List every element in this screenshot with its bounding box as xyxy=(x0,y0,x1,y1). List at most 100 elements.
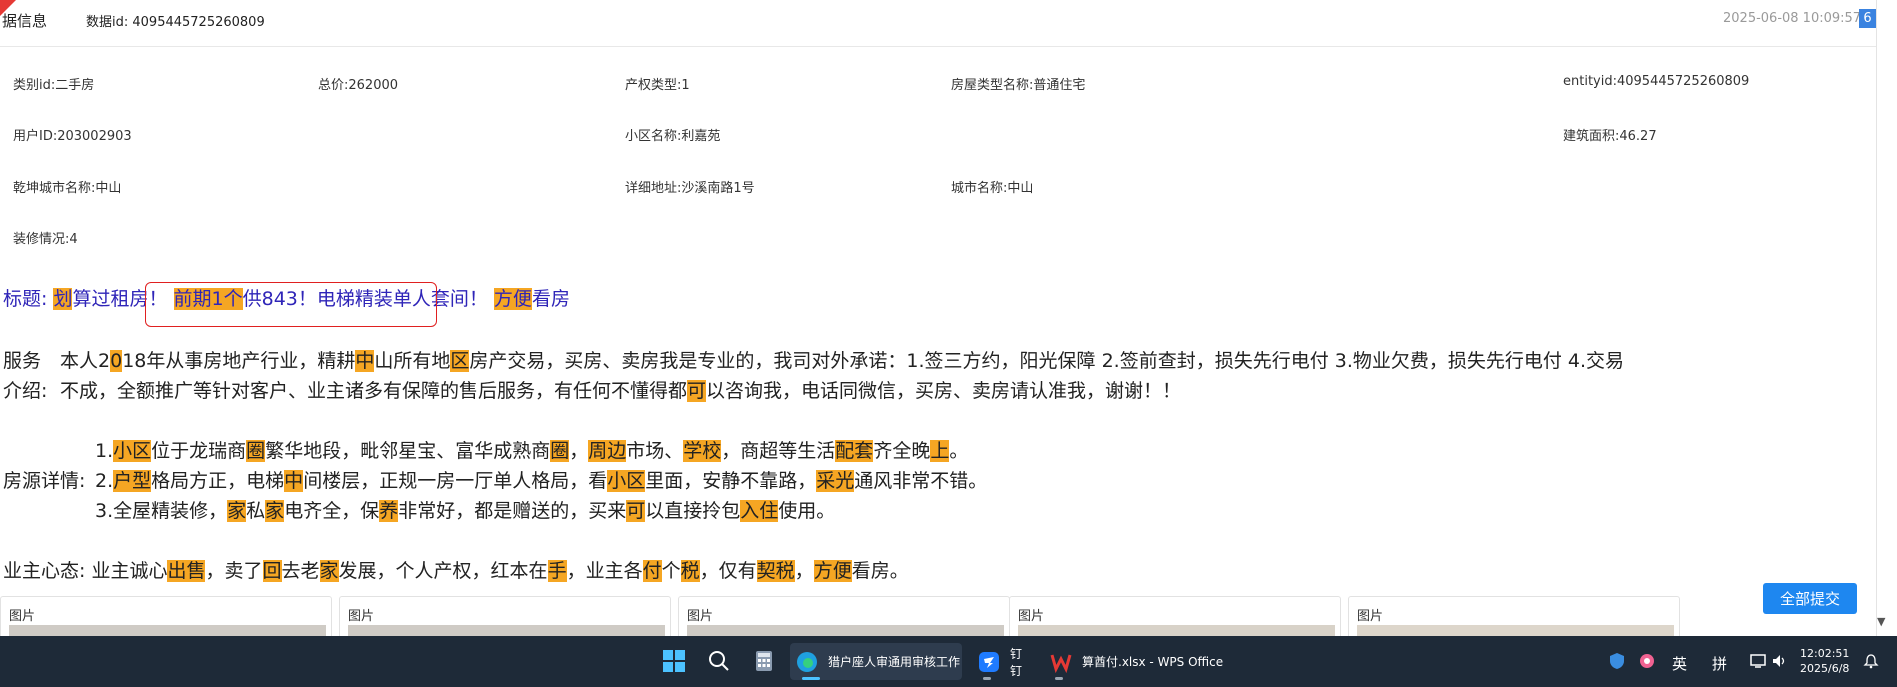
text-segment: 。 xyxy=(949,440,969,462)
notification-bell-icon[interactable] xyxy=(1862,652,1880,670)
highlighted-keyword: 户型 xyxy=(113,470,152,492)
image-card-label: 图片 xyxy=(1018,609,1045,624)
detail-line-1: 1.小区位于龙瑞商圈繁华地段，毗邻星宝、富华成熟商圈，周边市场、学校，商超等生活… xyxy=(95,436,968,463)
highlighted-keyword: 周边 xyxy=(588,440,627,462)
image-card-label: 图片 xyxy=(687,609,714,624)
text-segment: 格局方正，电梯 xyxy=(151,470,285,492)
ime-mode[interactable]: 拼 xyxy=(1712,653,1727,674)
detail-line-2: 2.户型格局方正，电梯中间楼层，正规一房一厅单人格局，看小区里面，安静不靠路，采… xyxy=(95,466,987,493)
running-indicator xyxy=(1055,677,1063,680)
highlighted-keyword: 养 xyxy=(379,500,399,522)
system-clock[interactable]: 12:02:51 2025/6/8 xyxy=(1800,646,1849,676)
text-segment: 通风非常不错。 xyxy=(854,470,988,492)
count-badge: 6 xyxy=(1859,9,1876,28)
taskbar-app-label: 猎户座人审通用审核工作 xyxy=(828,655,961,669)
text-segment: ，仅有 xyxy=(699,560,757,582)
clock-date: 2025/6/8 xyxy=(1800,662,1850,675)
text-segment: 本人2 xyxy=(60,350,111,372)
highlighted-keyword: 划 xyxy=(53,288,73,310)
text-segment: 非常好，都是赠送的，买来 xyxy=(398,500,627,522)
taskbar-app-label: 算酋付.xlsx - WPS Office xyxy=(1082,655,1224,669)
service-label-1: 服务 xyxy=(3,350,42,372)
dingtalk-icon xyxy=(978,651,1000,673)
field-category: 类别id:二手房 xyxy=(13,78,95,93)
owner-label: 业主心态: xyxy=(3,560,92,582)
highlighted-keyword: 圈 xyxy=(246,440,266,462)
text-segment: 位于龙瑞商 xyxy=(151,440,247,462)
annotation-box xyxy=(145,282,437,327)
network-icon[interactable] xyxy=(1749,652,1767,670)
scroll-down-arrow-icon[interactable]: ▼ xyxy=(1877,615,1885,628)
highlighted-keyword: 小区 xyxy=(607,470,646,492)
highlighted-keyword: 小区 xyxy=(113,440,152,462)
text-segment: 以咨询我，电话同微信，买房、卖房请认准我，谢谢！！ xyxy=(706,380,1182,402)
defender-shield-icon[interactable] xyxy=(1608,651,1626,671)
tray-app-icon[interactable] xyxy=(1638,651,1656,671)
field-building-area: 建筑面积:46.27 xyxy=(1563,129,1657,144)
volume-icon[interactable] xyxy=(1770,652,1788,670)
field-community-name: 小区名称:利嘉苑 xyxy=(625,129,721,144)
text-segment: 繁华地段，毗邻星宝、富华成熟商 xyxy=(265,440,551,462)
text-segment: 间楼层，正规一房一厅单人格局，看 xyxy=(303,470,608,492)
text-segment: 电齐全，保 xyxy=(284,500,380,522)
taskbar-app-edge[interactable]: 猎户座人审通用审核工作 xyxy=(790,643,962,680)
detail-line-1-text: 1.小区位于龙瑞商圈繁华地段，毗邻星宝、富华成熟商圈，周边市场、学校，商超等生活… xyxy=(95,440,968,462)
panel-header: 据信息 数据id: 4095445725260809 2025-06-08 10… xyxy=(0,0,1876,47)
calculator-icon[interactable] xyxy=(752,649,776,673)
owner-mindset: 业主心态: 业主诚心出售，卖了回去老家发展，个人产权，红本在手，业主各付个税，仅… xyxy=(3,556,909,583)
taskbar: 猎户座人审通用审核工作 钉钉 算酋付.xlsx - WPS Office 英 拼… xyxy=(0,636,1897,687)
text-segment: 私 xyxy=(246,500,266,522)
edge-browser-icon xyxy=(796,651,818,673)
active-indicator xyxy=(802,677,820,680)
text-segment: 齐全晚 xyxy=(873,440,931,462)
detail-line-3-text: 3.全屋精装修，家私家电齐全，保养非常好，都是赠送的，买来可以直接拎包入住使用。 xyxy=(95,500,835,522)
service-text-line-1: 本人2018年从事房地产行业，精耕中山所有地区房产交易，买房、卖房我是专业的，我… xyxy=(60,346,1624,373)
highlighted-keyword: 可 xyxy=(687,380,707,402)
highlighted-keyword: 家 xyxy=(265,500,285,522)
text-segment: 不成，全额推广等针对客户、业主诸多有保障的售后服务，有任何不懂得都 xyxy=(60,380,688,402)
field-city-name: 城市名称:中山 xyxy=(951,181,1034,196)
start-windows-icon[interactable] xyxy=(662,649,686,673)
search-icon[interactable] xyxy=(707,649,731,673)
text-segment: ，业主各 xyxy=(566,560,643,582)
highlighted-keyword: 家 xyxy=(227,500,247,522)
listing-title-label: 标题: xyxy=(3,288,54,310)
highlighted-keyword: 税 xyxy=(680,560,700,582)
review-panel: 据信息 数据id: 4095445725260809 2025-06-08 10… xyxy=(0,0,1877,643)
field-user-id: 用户ID:203002903 xyxy=(13,129,132,144)
image-card-label: 图片 xyxy=(9,609,36,624)
text-segment: 3.全屋精装修， xyxy=(95,500,228,522)
field-entity-id: entityid:4095445725260809 xyxy=(1563,74,1750,89)
taskbar-app-wps[interactable]: 算酋付.xlsx - WPS Office xyxy=(1044,643,1224,680)
highlighted-keyword: 回 xyxy=(262,560,282,582)
text-segment: 里面，安静不靠路， xyxy=(645,470,817,492)
details-label: 房源详情: xyxy=(3,470,86,492)
highlighted-keyword: 付 xyxy=(642,560,662,582)
highlighted-keyword: 上 xyxy=(930,440,950,462)
text-segment: 看房 xyxy=(531,288,570,310)
text-segment: 去老 xyxy=(281,560,320,582)
text-segment: 2. xyxy=(95,470,114,492)
ime-language[interactable]: 英 xyxy=(1672,653,1687,674)
text-segment: 山所有地 xyxy=(374,350,451,372)
highlighted-keyword: 出售 xyxy=(167,560,206,582)
highlighted-keyword: 方便 xyxy=(493,288,532,310)
text-segment: ，商超等生活 xyxy=(721,440,836,462)
highlighted-keyword: 可 xyxy=(626,500,646,522)
submit-all-button[interactable]: 全部提交 xyxy=(1763,583,1857,614)
field-qiankun-city: 乾坤城市名称:中山 xyxy=(13,181,122,196)
data-id-label: 数据id: 4095445725260809 xyxy=(86,15,265,30)
field-address: 详细地址:沙溪南路1号 xyxy=(625,181,755,196)
highlighted-keyword: 入住 xyxy=(740,500,779,522)
text-segment: ，卖了 xyxy=(205,560,263,582)
service-label-2: 介绍: xyxy=(3,380,48,402)
highlighted-keyword: 中 xyxy=(284,470,304,492)
taskbar-app-dingtalk[interactable]: 钉钉 xyxy=(972,643,1032,680)
taskbar-app-label: 钉钉 xyxy=(1010,646,1023,678)
text-segment: 业主诚心 xyxy=(91,560,168,582)
service-text-line-2: 不成，全额推广等针对客户、业主诸多有保障的售后服务，有任何不懂得都可以咨询我，电… xyxy=(60,376,1181,403)
field-decoration: 装修情况:4 xyxy=(13,232,78,247)
text-segment: 发展，个人产权，红本在 xyxy=(338,560,548,582)
text-segment: 市场、 xyxy=(626,440,684,462)
running-indicator xyxy=(983,677,991,680)
